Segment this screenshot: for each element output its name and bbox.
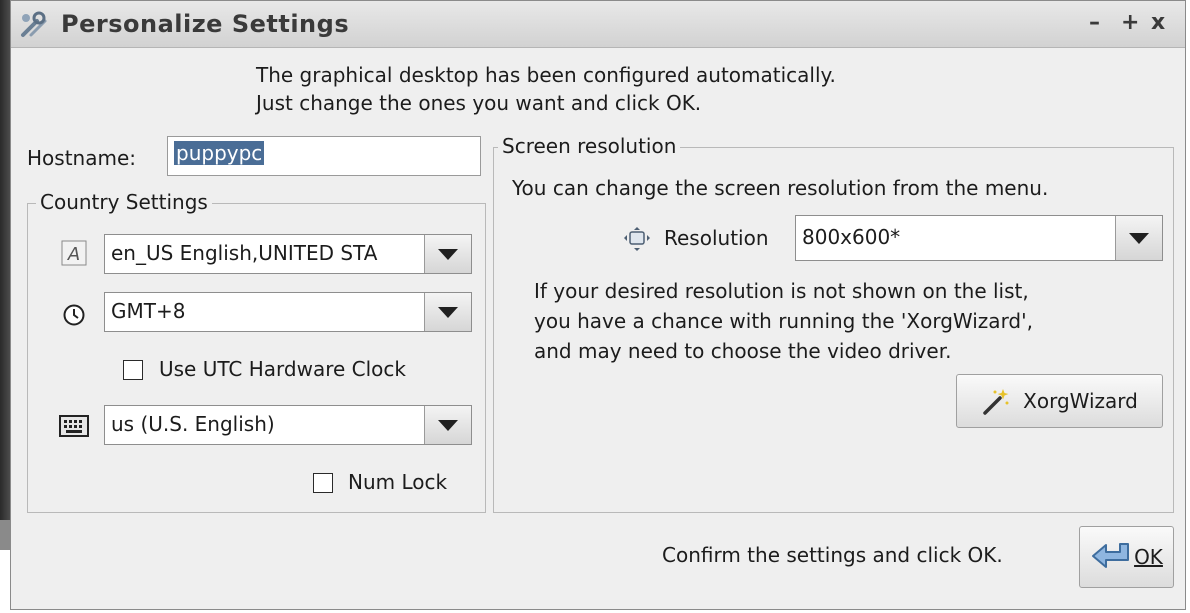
- clock-icon: [62, 303, 86, 331]
- keyboard-layout-select-value: us (U.S. English): [111, 412, 275, 436]
- num-lock-checkbox[interactable]: [313, 473, 333, 493]
- num-lock-label: Num Lock: [348, 470, 448, 494]
- keyboard-layout-select[interactable]: us (U.S. English): [104, 405, 472, 445]
- xorgwizard-button-label: XorgWizard: [1023, 389, 1138, 413]
- resolution-select[interactable]: 800x600*: [795, 215, 1163, 261]
- font-icon-letter: A: [67, 244, 80, 265]
- chevron-down-icon[interactable]: [424, 293, 471, 331]
- hostname-value: puppypc: [174, 141, 265, 165]
- resolution-help-line-2: you have a chance with running the 'Xorg…: [534, 309, 1033, 333]
- ok-button[interactable]: OK: [1079, 526, 1174, 588]
- title-bar[interactable]: Personalize Settings – + x: [11, 1, 1185, 48]
- tools-icon: [21, 11, 47, 37]
- ok-arrow-icon: [1092, 543, 1130, 568]
- maximize-button[interactable]: +: [1121, 10, 1139, 35]
- hostname-label: Hostname:: [27, 146, 136, 170]
- country-settings-group: Country Settings A en_US English,UNITED …: [27, 190, 486, 513]
- locale-select-value: en_US English,UNITED STA: [111, 241, 378, 265]
- hostname-input[interactable]: puppypc: [167, 136, 481, 176]
- timezone-select[interactable]: GMT+8: [104, 292, 472, 332]
- resolution-help-line-1: If your desired resolution is not shown …: [534, 279, 1029, 303]
- chevron-down-icon[interactable]: [1115, 216, 1162, 260]
- screen-resolution-info: You can change the screen resolution fro…: [512, 176, 1049, 200]
- confirm-text: Confirm the settings and click OK.: [662, 543, 1003, 567]
- window-title: Personalize Settings: [61, 10, 350, 38]
- utc-hardware-clock-label: Use UTC Hardware Clock: [159, 357, 406, 381]
- font-icon: A: [61, 240, 87, 270]
- intro-line-1: The graphical desktop has been configure…: [256, 63, 836, 87]
- resolution-help-text: If your desired resolution is not shown …: [534, 276, 1033, 366]
- intro-line-2: Just change the ones you want and click …: [256, 91, 702, 115]
- monitor-resize-icon: [623, 226, 651, 256]
- chevron-down-icon[interactable]: [424, 406, 471, 444]
- timezone-select-value: GMT+8: [111, 299, 186, 323]
- personalize-settings-window: Personalize Settings – + x The graphical…: [10, 0, 1186, 610]
- locale-select[interactable]: en_US English,UNITED STA: [104, 234, 472, 274]
- keyboard-icon: [59, 415, 89, 441]
- resolution-label: Resolution: [664, 226, 769, 250]
- utc-hardware-clock-checkbox[interactable]: [123, 360, 143, 380]
- screen-resolution-title: Screen resolution: [498, 134, 681, 158]
- resolution-help-line-3: and may need to choose the video driver.: [534, 339, 952, 363]
- magic-wand-icon: [983, 389, 1009, 415]
- country-settings-title: Country Settings: [36, 190, 212, 214]
- xorgwizard-button[interactable]: XorgWizard: [956, 374, 1163, 428]
- intro-text: The graphical desktop has been configure…: [256, 61, 836, 117]
- close-button[interactable]: x: [1151, 10, 1165, 35]
- chevron-down-icon[interactable]: [424, 235, 471, 273]
- resolution-select-value: 800x600*: [802, 225, 901, 249]
- ok-button-label: OK: [1134, 545, 1163, 569]
- screen-resolution-group: Screen resolution You can change the scr…: [493, 134, 1174, 513]
- minimize-button[interactable]: –: [1089, 10, 1100, 35]
